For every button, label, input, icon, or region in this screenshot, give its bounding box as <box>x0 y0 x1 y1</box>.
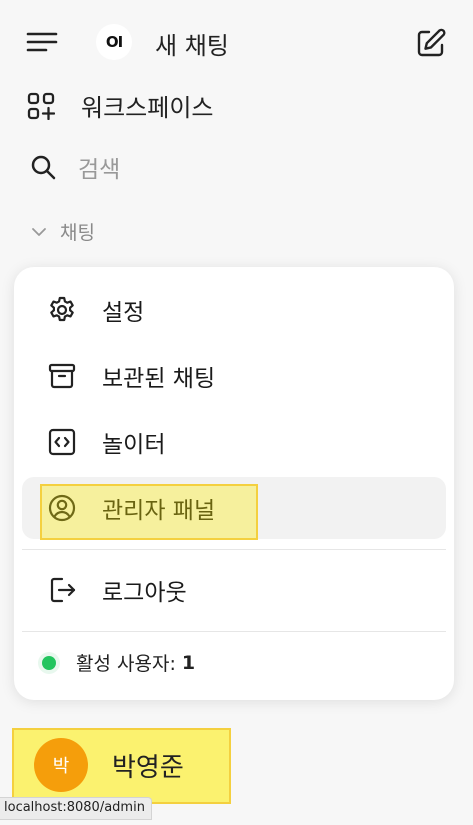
user-circle-icon <box>46 492 78 524</box>
menu-item-logout[interactable]: 로그아웃 <box>22 559 446 621</box>
workspace-label: 워크스페이스 <box>81 94 214 122</box>
logout-icon <box>46 574 78 606</box>
chats-label: 채팅 <box>60 222 95 244</box>
gear-icon <box>46 294 78 326</box>
edit-icon[interactable] <box>414 26 448 60</box>
sidebar-item-search[interactable]: 검색 <box>30 150 120 184</box>
new-chat-label[interactable]: 새 채팅 <box>155 26 229 61</box>
divider <box>22 549 446 550</box>
search-label: 검색 <box>78 157 121 183</box>
sidebar-section-chats[interactable]: 채팅 <box>30 218 95 245</box>
playground-label: 놀이터 <box>102 432 166 458</box>
sidebar-item-workspace[interactable]: 워크스페이스 <box>27 88 213 123</box>
logout-label: 로그아웃 <box>102 580 187 606</box>
admin-panel-label: 관리자 패널 <box>102 498 216 524</box>
workspace-icon <box>27 92 55 120</box>
code-icon <box>46 426 78 458</box>
menu-item-playground[interactable]: 놀이터 <box>22 411 446 473</box>
search-icon <box>30 154 56 180</box>
active-status-dot <box>42 655 56 670</box>
menu-item-archived-chats[interactable]: 보관된 채팅 <box>22 345 446 407</box>
active-users-count: 1 <box>181 651 196 674</box>
menu-item-settings[interactable]: 설정 <box>22 279 446 341</box>
status-bar-url: localhost:8080/admin <box>0 797 152 820</box>
logo[interactable]: OI <box>96 24 132 60</box>
user-menu-popup: 설정 보관된 채팅 놀이터 관리자 패널 로그아웃 활성 사용자: 1 <box>14 267 454 700</box>
archive-icon <box>46 360 78 392</box>
active-users-status: 활성 사용자: 1 <box>42 649 195 676</box>
archived-label: 보관된 채팅 <box>102 366 216 392</box>
settings-label: 설정 <box>102 300 145 326</box>
user-name: 박영준 <box>112 752 184 783</box>
chevron-down-icon <box>30 223 48 241</box>
avatar: 박 <box>34 738 88 792</box>
menu-icon[interactable] <box>26 28 58 56</box>
menu-item-admin-panel[interactable]: 관리자 패널 <box>22 477 446 539</box>
user-profile-button[interactable]: 박 박영준 <box>34 738 184 792</box>
divider <box>22 631 446 632</box>
active-users-label: 활성 사용자: <box>76 653 176 675</box>
